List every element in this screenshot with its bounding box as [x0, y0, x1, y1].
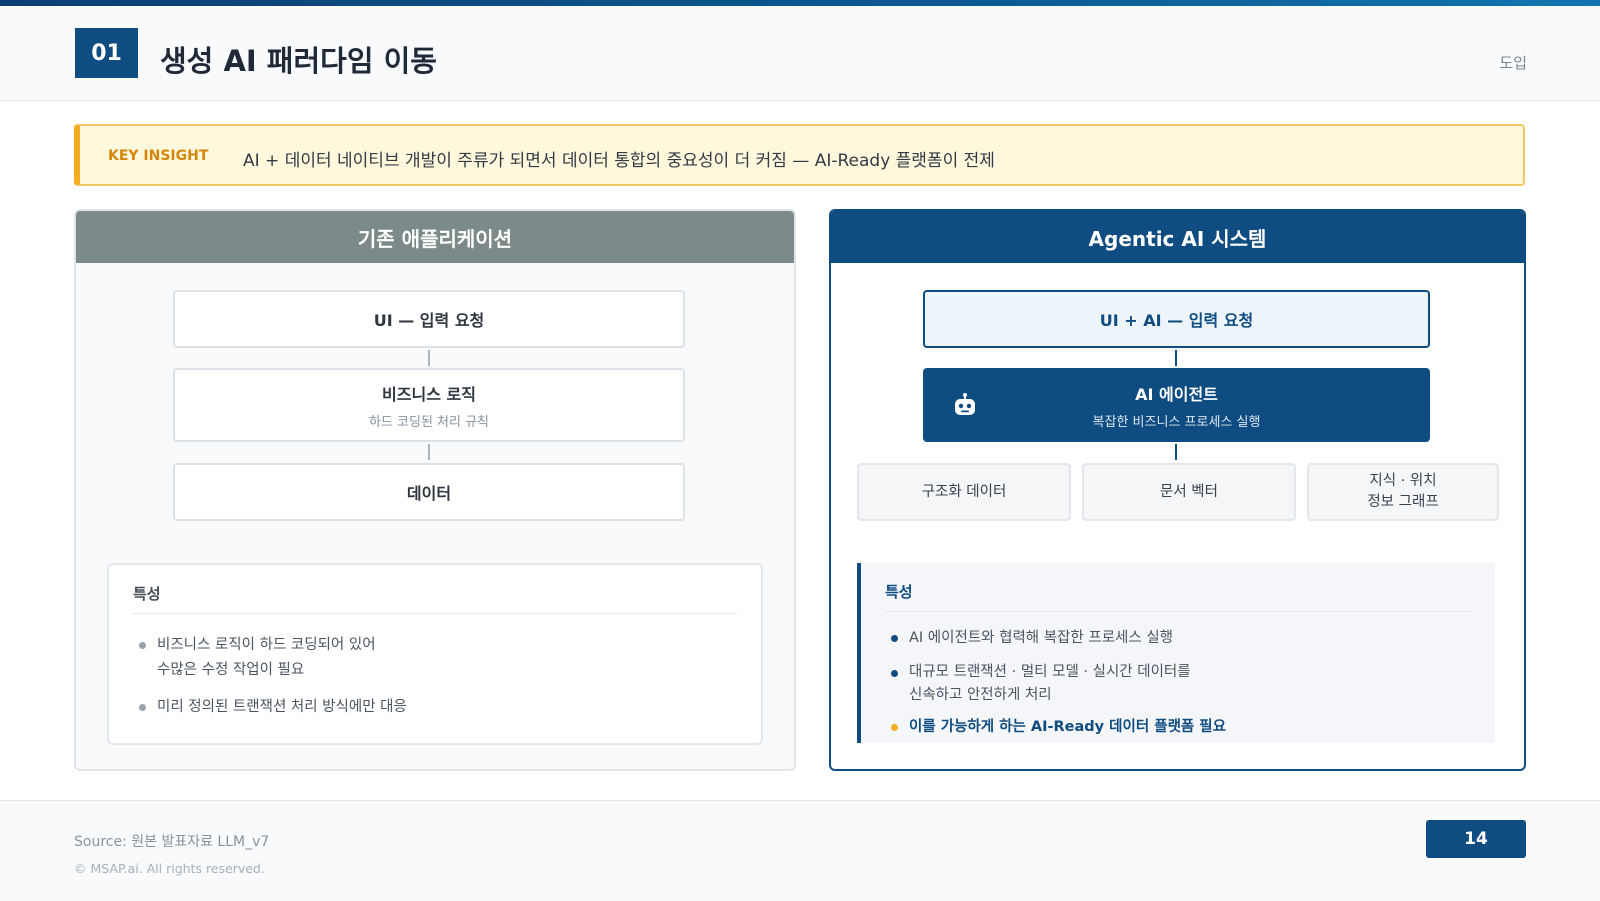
legacy-ui-box: UI — 입력 요청	[173, 290, 685, 348]
flow-connector	[1175, 444, 1177, 460]
divider	[133, 613, 737, 614]
source-note: Source: 원본 발표자료 LLM_v7	[74, 834, 270, 850]
bullet-dot-icon	[891, 635, 898, 642]
document-vector-box: 문서 벡터	[1082, 463, 1296, 521]
feature-item: 미리 정의된 트랜잭션 처리 방식에만 대응	[135, 695, 407, 720]
flow-connector	[428, 350, 430, 366]
slide-header: 01 생성 AI 패러다임 이동 도입	[0, 6, 1600, 101]
feature-line: 수많은 수정 작업이 필요	[157, 662, 305, 678]
knowledge-graph-box: 지식 · 위치 정보 그래프	[1307, 463, 1499, 521]
page-title: 생성 AI 패러다임 이동	[160, 44, 437, 78]
agentic-ai-panel: Agentic AI 시스템 UI + AI — 입력 요청 AI 에이전트 복…	[829, 209, 1526, 771]
feature-item: 대규모 트랜잭션 · 멀티 모델 · 실시간 데이터를 신속하고 안전하게 처리	[887, 661, 1191, 707]
legacy-business-logic-box: 비즈니스 로직 하드 코딩된 처리 규칙	[173, 368, 685, 442]
feature-line: 미리 정의된 트랜잭션 처리 방식에만 대응	[157, 699, 407, 715]
feature-item: AI 에이전트와 협력해 복잡한 프로세스 실행	[887, 626, 1173, 651]
business-logic-label: 비즈니스 로직	[382, 384, 476, 404]
legacy-data-box: 데이터	[173, 463, 685, 521]
ai-agent-sub: 복잡한 비즈니스 프로세스 실행	[1092, 414, 1261, 430]
agentic-panel-title: Agentic AI 시스템	[831, 211, 1524, 263]
data-source-label: 정보 그래프	[1367, 494, 1439, 510]
data-source-label: 구조화 데이터	[921, 483, 1007, 500]
features-title: 특성	[133, 585, 161, 603]
key-insight-banner: KEY INSIGHT AI + 데이터 네이티브 개발이 주류가 되면서 데이…	[74, 124, 1525, 186]
legacy-ui-label: UI — 입력 요청	[373, 311, 485, 330]
data-source-label: 지식 · 위치	[1369, 473, 1437, 489]
features-title: 특성	[885, 583, 913, 601]
bullet-dot-icon	[139, 704, 146, 711]
legacy-features-card: 특성 비즈니스 로직이 하드 코딩되어 있어 수많은 수정 작업이 필요 미리 …	[107, 563, 763, 745]
feature-line: 이를 가능하게 하는 AI-Ready 데이터 플랫폼 필요	[909, 719, 1226, 735]
legacy-panel-title: 기존 애플리케이션	[76, 211, 794, 263]
page-number: 14	[1426, 820, 1526, 858]
feature-line: 신속하고 안전하게 처리	[909, 687, 1052, 703]
feature-line: AI 에이전트와 협력해 복잡한 프로세스 실행	[909, 630, 1174, 646]
insight-label: KEY INSIGHT	[108, 148, 209, 164]
legacy-data-label: 데이터	[406, 484, 452, 503]
section-number-badge: 01	[75, 28, 138, 78]
feature-item-highlight: 이를 가능하게 하는 AI-Ready 데이터 플랫폼 필요	[887, 715, 1226, 740]
insight-text: AI + 데이터 네이티브 개발이 주류가 되면서 데이터 통합의 중요성이 더…	[243, 151, 995, 171]
feature-line: 대규모 트랜잭션 · 멀티 모델 · 실시간 데이터를	[909, 664, 1191, 680]
data-source-label: 문서 벡터	[1160, 483, 1218, 500]
divider	[885, 611, 1471, 612]
copyright: © MSAP.ai. All rights reserved.	[74, 861, 265, 876]
business-logic-sub: 하드 코딩된 처리 규칙	[368, 414, 490, 430]
slide-footer: Source: 원본 발표자료 LLM_v7 © MSAP.ai. All ri…	[0, 800, 1600, 901]
bullet-dot-icon	[891, 670, 898, 677]
legacy-app-panel: 기존 애플리케이션 UI — 입력 요청 비즈니스 로직 하드 코딩된 처리 규…	[74, 209, 796, 771]
ai-agent-label: AI 에이전트	[1135, 384, 1218, 404]
feature-line: 비즈니스 로직이 하드 코딩되어 있어	[157, 637, 376, 653]
ai-ui-input-box: UI + AI — 입력 요청	[923, 290, 1430, 348]
ai-agent-box: AI 에이전트 복잡한 비즈니스 프로세스 실행	[923, 368, 1430, 442]
bullet-dot-icon	[139, 642, 146, 649]
flow-connector	[428, 444, 430, 460]
structured-data-box: 구조화 데이터	[857, 463, 1071, 521]
robot-icon	[955, 393, 975, 415]
flow-connector	[1175, 350, 1177, 366]
bullet-dot-icon	[891, 724, 898, 731]
section-tag: 도입	[1499, 54, 1527, 72]
feature-item: 비즈니스 로직이 하드 코딩되어 있어 수많은 수정 작업이 필요	[135, 633, 376, 683]
agentic-features-card: 특성 AI 에이전트와 협력해 복잡한 프로세스 실행 대규모 트랜잭션 · 멀…	[857, 563, 1495, 743]
